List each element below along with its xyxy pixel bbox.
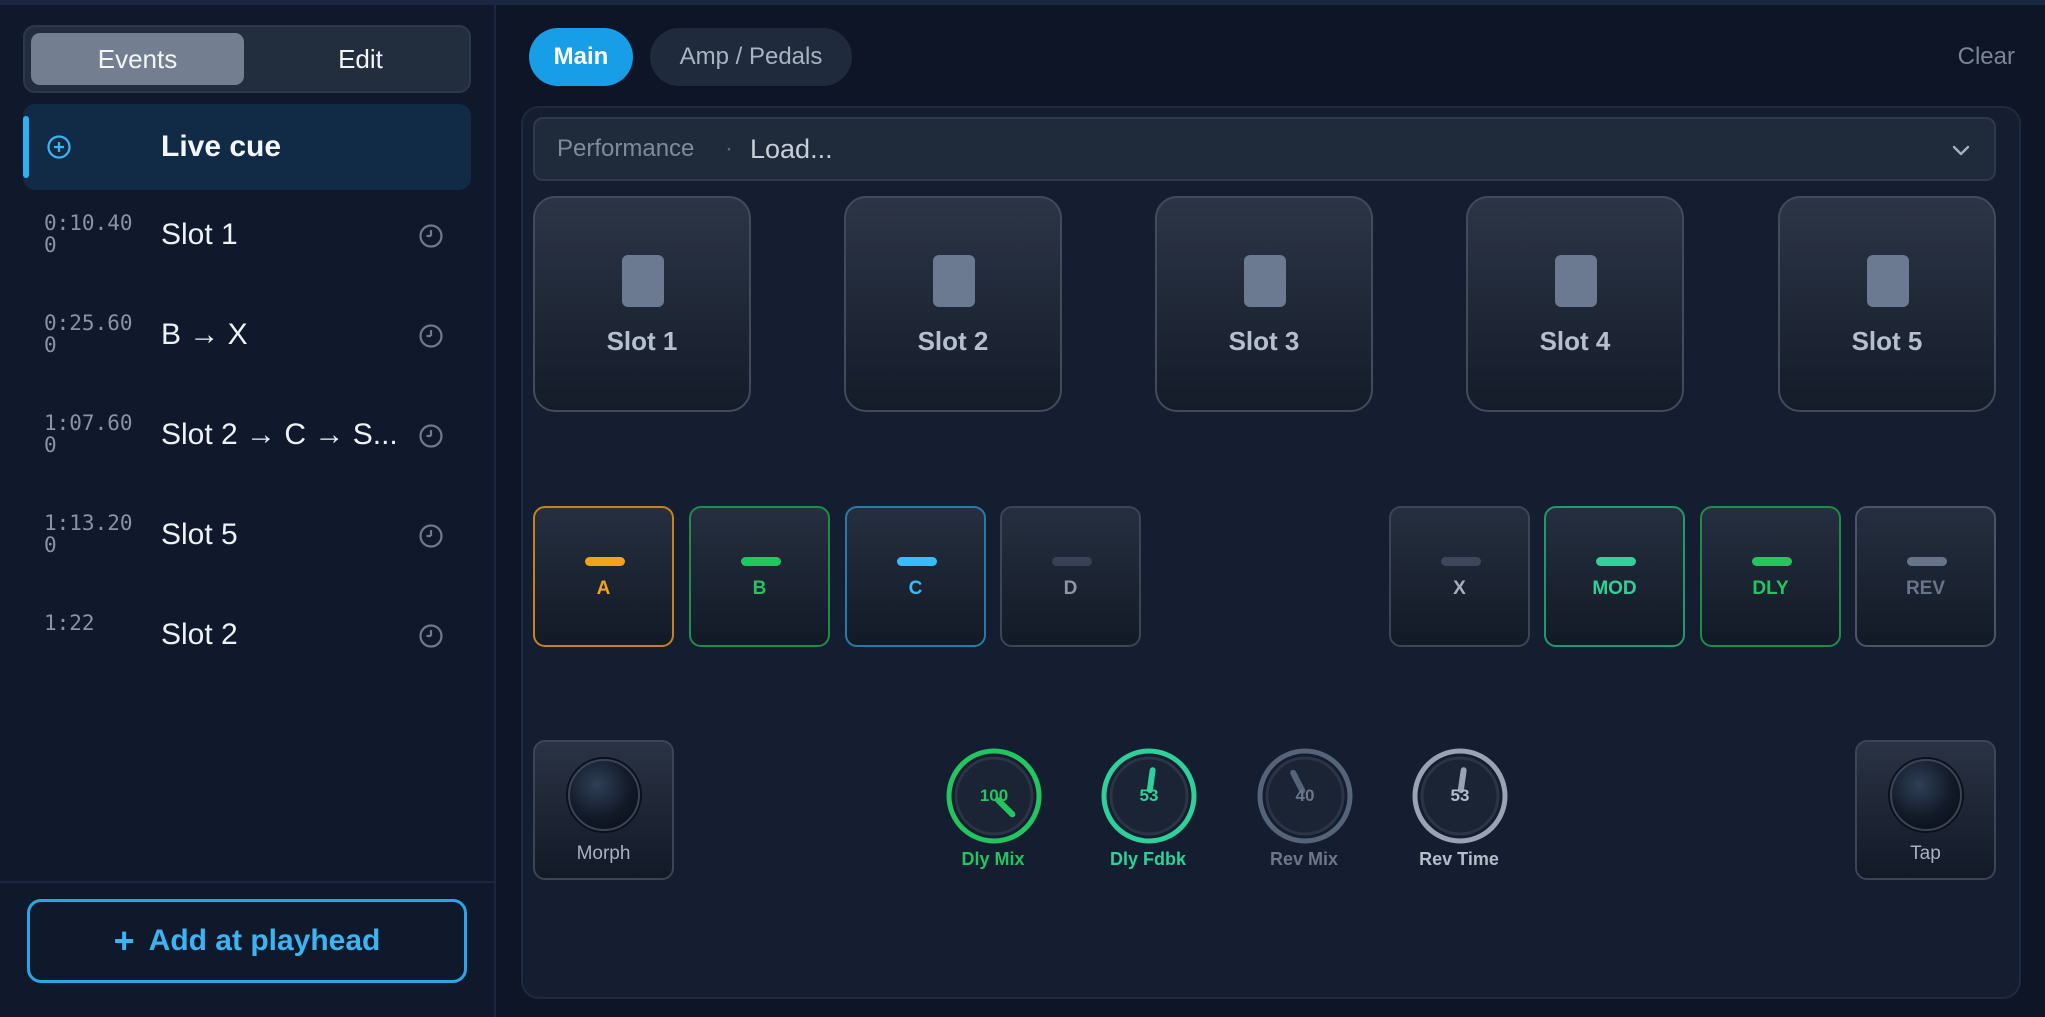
event-row[interactable]: 1:07.600 Slot 2 → C → S... [23, 390, 471, 480]
event-name: Slot 5 [161, 518, 238, 551]
clock-icon[interactable] [418, 223, 444, 249]
clock-icon[interactable] [418, 523, 444, 549]
knob-value: 40 [1295, 786, 1315, 805]
slot-button[interactable]: Slot 4 [1466, 196, 1684, 412]
knob[interactable]: 53 Dly Fdbk [1093, 748, 1203, 888]
event-row[interactable]: 1:13.200 Slot 5 [23, 490, 471, 580]
event-time: 1:07.600 [44, 411, 133, 457]
knob-label: Dly Mix [961, 849, 1025, 869]
pad-indicator [1907, 557, 1947, 566]
performance-select[interactable]: Performance · Load... [533, 117, 1996, 181]
plus-circle-icon [47, 135, 71, 159]
scene-button[interactable]: B [689, 506, 830, 647]
effect-button[interactable]: X [1389, 506, 1530, 647]
tab-amp-pedals[interactable]: Amp / Pedals [650, 28, 852, 86]
slot-led [1867, 255, 1909, 307]
scene-button[interactable]: D [1000, 506, 1141, 647]
slot-led [1555, 255, 1597, 307]
pad-label: D [1063, 578, 1078, 599]
pad-label: B [752, 578, 767, 599]
event-name: Slot 1 [161, 218, 238, 251]
slot-label: Slot 3 [1228, 326, 1300, 356]
separator: · [725, 135, 733, 162]
event-row[interactable]: 1:22 Slot 2 [23, 590, 471, 680]
chevron-down-icon [1952, 145, 1970, 156]
event-time: 0:10.400 [44, 211, 133, 257]
slot-led [1244, 255, 1286, 307]
add-at-playhead-button[interactable]: + Add at playhead [27, 899, 467, 983]
pad-label: DLY [1752, 578, 1789, 599]
live-cue-label: Live cue [161, 130, 282, 163]
knob-value: 53 [1450, 786, 1470, 805]
performance-label: Performance [557, 135, 695, 162]
tap-footswitch[interactable]: Tap [1855, 740, 1996, 880]
event-row[interactable]: 0:10.400 Slot 1 [23, 190, 471, 280]
pad-label: X [1453, 578, 1466, 599]
knob-label: Rev Mix [1269, 849, 1339, 869]
slot-label: Slot 5 [1851, 326, 1923, 356]
scene-button[interactable]: C [845, 506, 986, 647]
pad-label: C [908, 578, 923, 599]
footswitch-cap [1890, 759, 1962, 831]
knob-value: 53 [1139, 786, 1159, 805]
events-panel: Events Edit Live cue 0:10.400 Slot 1 0:25.… [0, 5, 496, 1017]
pad-indicator [1596, 557, 1636, 566]
live-cue-item[interactable]: Live cue [23, 104, 471, 190]
divider [0, 881, 494, 883]
pad-indicator [585, 557, 625, 566]
tap-label: Tap [1910, 843, 1941, 864]
morph-label: Morph [576, 843, 631, 864]
slot-label: Slot 1 [606, 326, 678, 356]
effect-button[interactable]: DLY [1700, 506, 1841, 647]
effect-button[interactable]: MOD [1544, 506, 1685, 647]
tab-main[interactable]: Main [529, 28, 633, 86]
knob[interactable]: 100 Dly Mix [938, 748, 1048, 888]
pad-indicator [1052, 557, 1092, 566]
clock-icon[interactable] [418, 323, 444, 349]
slot-label: Slot 2 [917, 326, 989, 356]
pad-label: A [596, 578, 611, 599]
slot-button[interactable]: Slot 5 [1778, 196, 1996, 412]
pad-label: MOD [1592, 578, 1637, 599]
pad-label: REV [1905, 578, 1946, 599]
knob-value: 100 [979, 786, 1009, 805]
slot-label: Slot 4 [1539, 326, 1611, 356]
selection-indicator [23, 116, 29, 178]
clock-icon[interactable] [418, 623, 444, 649]
event-time: 1:13.200 [44, 511, 133, 557]
event-time: 0:25.600 [44, 311, 133, 357]
clock-icon[interactable] [418, 423, 444, 449]
events-edit-toggle: Events Edit [23, 25, 471, 93]
slot-led [622, 255, 664, 307]
scene-button[interactable]: A [533, 506, 674, 647]
slot-button[interactable]: Slot 1 [533, 196, 751, 412]
slot-button[interactable]: Slot 3 [1155, 196, 1373, 412]
slot-button[interactable]: Slot 2 [844, 196, 1062, 412]
pad-indicator [1752, 557, 1792, 566]
morph-footswitch[interactable]: Morph [533, 740, 674, 880]
knob-label: Dly Fdbk [1109, 849, 1186, 869]
knob-label: Rev Time [1419, 849, 1499, 869]
footswitch-cap [568, 759, 640, 831]
events-tab[interactable]: Events [31, 33, 244, 85]
event-name: Slot 2 [161, 618, 238, 651]
performance-value: Load... [750, 133, 833, 164]
edit-tab[interactable]: Edit [254, 33, 467, 85]
knob[interactable]: 40 Rev Mix [1249, 748, 1359, 888]
slot-led [933, 255, 975, 307]
effect-button[interactable]: REV [1855, 506, 1996, 647]
event-name: B → X [161, 318, 248, 351]
clear-button[interactable]: Clear [1930, 28, 2015, 86]
event-name: Slot 2 → C → S... [161, 418, 396, 451]
pad-indicator [1441, 557, 1481, 566]
add-button-label: Add at playhead [148, 924, 381, 957]
event-time: 1:22 [44, 611, 95, 635]
event-row[interactable]: 0:25.600 B → X [23, 290, 471, 380]
plus-icon: + [113, 920, 135, 961]
pad-indicator [897, 557, 937, 566]
knob[interactable]: 53 Rev Time [1404, 748, 1514, 888]
pad-indicator [741, 557, 781, 566]
